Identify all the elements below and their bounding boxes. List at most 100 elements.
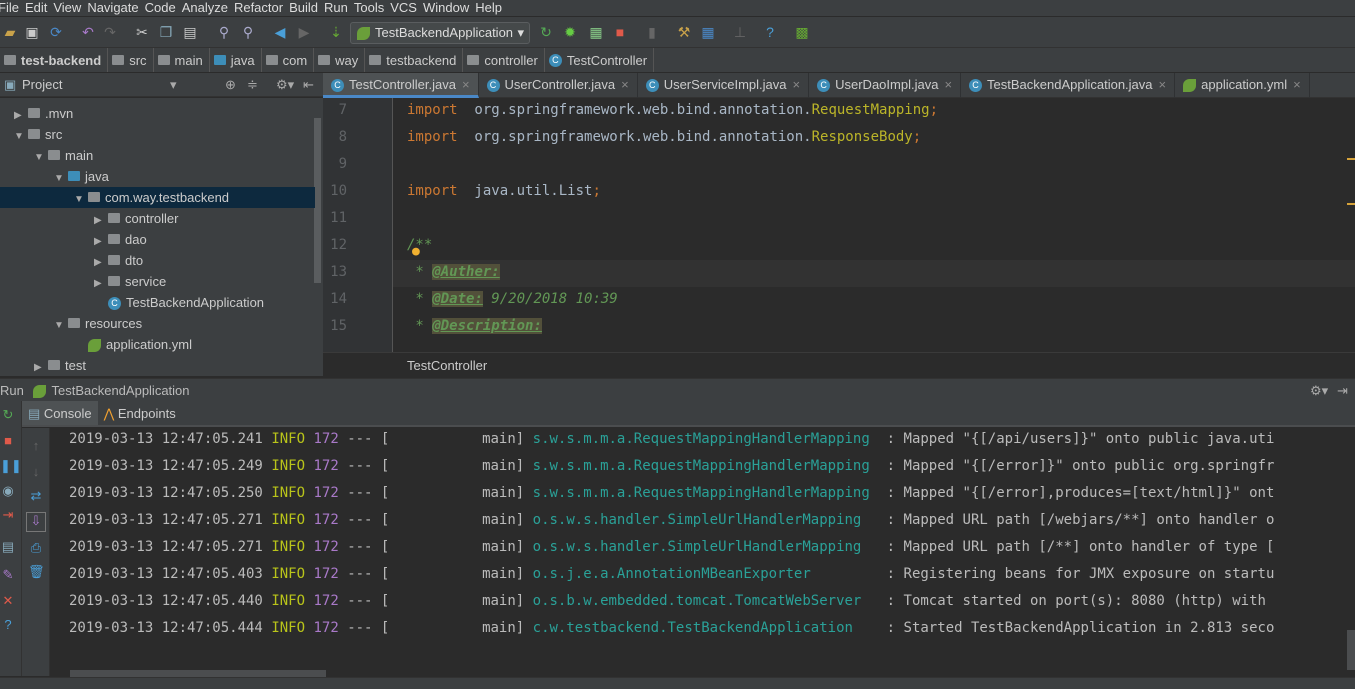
chevron-right-icon[interactable]: ▶ — [14, 105, 28, 126]
tree-item[interactable]: ▶ dto — [0, 250, 315, 271]
locate-icon[interactable]: ⊕ — [225, 73, 236, 97]
close-icon[interactable]: × — [1293, 77, 1301, 92]
rerun-icon[interactable]: ↻ — [538, 24, 554, 40]
breadcrumb-item[interactable]: src — [108, 48, 154, 72]
help-icon[interactable]: ? — [0, 617, 16, 633]
run-config-select[interactable]: TestBackendApplication — [350, 22, 530, 44]
debug-icon[interactable]: ✹ — [562, 24, 578, 40]
print-icon[interactable]: ⎙ — [28, 540, 44, 556]
save-icon[interactable]: ▣ — [24, 24, 40, 40]
menu-file[interactable]: File — [0, 0, 25, 16]
gear-icon[interactable]: ⚙▾ — [276, 73, 294, 97]
tree-item[interactable]: ▶ test — [0, 355, 315, 376]
dump-threads-icon[interactable]: ◉ — [0, 483, 16, 499]
scroll-to-end-icon[interactable]: ⇩ — [26, 512, 46, 532]
down-icon[interactable]: ↓ — [28, 464, 44, 480]
replace-icon[interactable]: ⚲ — [240, 24, 256, 40]
menu-build[interactable]: Build — [289, 0, 324, 16]
tree-item[interactable]: ▶ dao — [0, 229, 315, 250]
chevron-right-icon[interactable]: ▶ — [94, 210, 108, 231]
menu-help[interactable]: Help — [475, 0, 508, 16]
chevron-down-icon[interactable]: ▼ — [74, 189, 88, 210]
close-icon[interactable]: × — [793, 77, 801, 92]
tree-item[interactable]: ▶ controller — [0, 208, 315, 229]
editor-tab[interactable]: C TestController.java × — [323, 73, 479, 98]
chevron-down-icon[interactable]: ▼ — [14, 126, 28, 147]
sdk-icon[interactable]: ⊥ — [732, 24, 748, 40]
editor-tab[interactable]: C TestBackendApplication.java × — [961, 73, 1176, 98]
chevron-right-icon[interactable]: ▶ — [94, 273, 108, 294]
tab-endpoints[interactable]: ⋀ Endpoints — [98, 401, 182, 425]
editor-tab[interactable]: application.yml × — [1175, 73, 1310, 98]
copy-icon[interactable]: ❐ — [158, 24, 174, 40]
tree-item[interactable]: ▶ .mvn — [0, 103, 315, 124]
help-icon[interactable]: ? — [762, 24, 778, 40]
tree-item[interactable]: ▼ com.way.testbackend — [0, 187, 315, 208]
hide-icon[interactable]: ⇤ — [303, 73, 314, 97]
layout-icon[interactable]: ▤ — [0, 539, 16, 555]
breadcrumb-item[interactable]: way — [314, 48, 366, 72]
redo-icon[interactable]: ↷ — [102, 24, 118, 40]
tree-item[interactable]: ▶ service — [0, 271, 315, 292]
soft-wrap-icon[interactable]: ⇄ — [28, 488, 44, 504]
open-icon[interactable]: ▰ — [2, 24, 18, 40]
warning-marker[interactable] — [1347, 158, 1355, 160]
chevron-right-icon[interactable]: ▶ — [34, 357, 48, 376]
menu-vcs[interactable]: VCS — [390, 0, 423, 16]
project-title[interactable]: Project — [22, 77, 62, 92]
tree-item[interactable]: application.yml — [0, 334, 315, 355]
chevron-down-icon[interactable]: ▼ — [54, 168, 68, 189]
menu-refactor[interactable]: Refactor — [234, 0, 289, 16]
tree-item[interactable]: ▼ src — [0, 124, 315, 145]
find-icon[interactable]: ⚲ — [216, 24, 232, 40]
close-icon[interactable]: × — [462, 77, 470, 92]
breadcrumb-item[interactable]: main — [154, 48, 210, 72]
menu-code[interactable]: Code — [145, 0, 182, 16]
editor-tab[interactable]: C UserController.java × — [479, 73, 638, 98]
menu-tools[interactable]: Tools — [354, 0, 390, 16]
gear-icon[interactable]: ⚙▾ — [1310, 379, 1328, 402]
chevron-right-icon[interactable]: ▶ — [94, 252, 108, 273]
breadcrumb-item[interactable]: C TestController — [545, 48, 655, 72]
menu-navigate[interactable]: Navigate — [87, 0, 144, 16]
attach-icon[interactable]: ▮ — [644, 24, 660, 40]
chevron-down-icon[interactable]: ▼ — [34, 147, 48, 168]
hide-icon[interactable]: ⇥ — [1337, 379, 1348, 402]
code-editor[interactable]: 7 8 9 10 11 12 13 14 15 ● import org.springframe… — [323, 98, 1355, 352]
collapse-icon[interactable]: ≑ — [247, 73, 258, 97]
menu-analyze[interactable]: Analyze — [182, 0, 234, 16]
chevron-down-icon[interactable]: ▾ — [170, 73, 177, 97]
tab-console[interactable]: ▤ Console — [22, 401, 98, 425]
breadcrumb-item[interactable]: com — [262, 48, 315, 72]
paste-icon[interactable]: ▤ — [182, 24, 198, 40]
trash-icon[interactable]: 🗑 — [28, 564, 45, 580]
chevron-down-icon[interactable]: ▼ — [54, 315, 68, 336]
console-vscrollbar[interactable] — [1347, 630, 1355, 670]
warning-marker[interactable] — [1347, 203, 1355, 205]
close-icon[interactable]: × — [621, 77, 629, 92]
close-icon[interactable]: × — [944, 77, 952, 92]
tree-item[interactable]: ▼ main — [0, 145, 315, 166]
coverage-icon[interactable]: ▦ — [588, 24, 604, 40]
tree-scrollbar[interactable] — [314, 118, 321, 283]
menu-window[interactable]: Window — [423, 0, 475, 16]
exit-icon[interactable]: ⇥ — [0, 507, 16, 523]
tree-item[interactable]: C TestBackendApplication — [0, 292, 315, 313]
undo-icon[interactable]: ↶ — [80, 24, 96, 40]
settings-icon[interactable]: ⚒ — [676, 24, 692, 40]
plugin-icon[interactable]: ▩ — [794, 24, 810, 40]
rerun-icon[interactable]: ↻ — [0, 407, 16, 423]
breadcrumb-item[interactable]: controller — [463, 48, 545, 72]
tree-item[interactable]: ▼ resources — [0, 313, 315, 334]
close-icon[interactable]: ✕ — [0, 593, 16, 609]
console-output[interactable]: 2019-03-13 12:47:05.241 INFO 172 --- [ m… — [50, 428, 1355, 676]
editor-tab[interactable]: C UserServiceImpl.java × — [638, 73, 810, 98]
build-icon[interactable]: ⇣ — [328, 24, 344, 40]
close-icon[interactable]: × — [1159, 77, 1167, 92]
console-scrollbar[interactable] — [70, 670, 326, 677]
cut-icon[interactable]: ✂ — [134, 24, 150, 40]
tree-item[interactable]: ▼ java — [0, 166, 315, 187]
editor-breadcrumb[interactable]: TestController — [323, 352, 1355, 378]
stop-icon[interactable]: ■ — [0, 433, 16, 449]
menu-view[interactable]: View — [53, 0, 87, 16]
